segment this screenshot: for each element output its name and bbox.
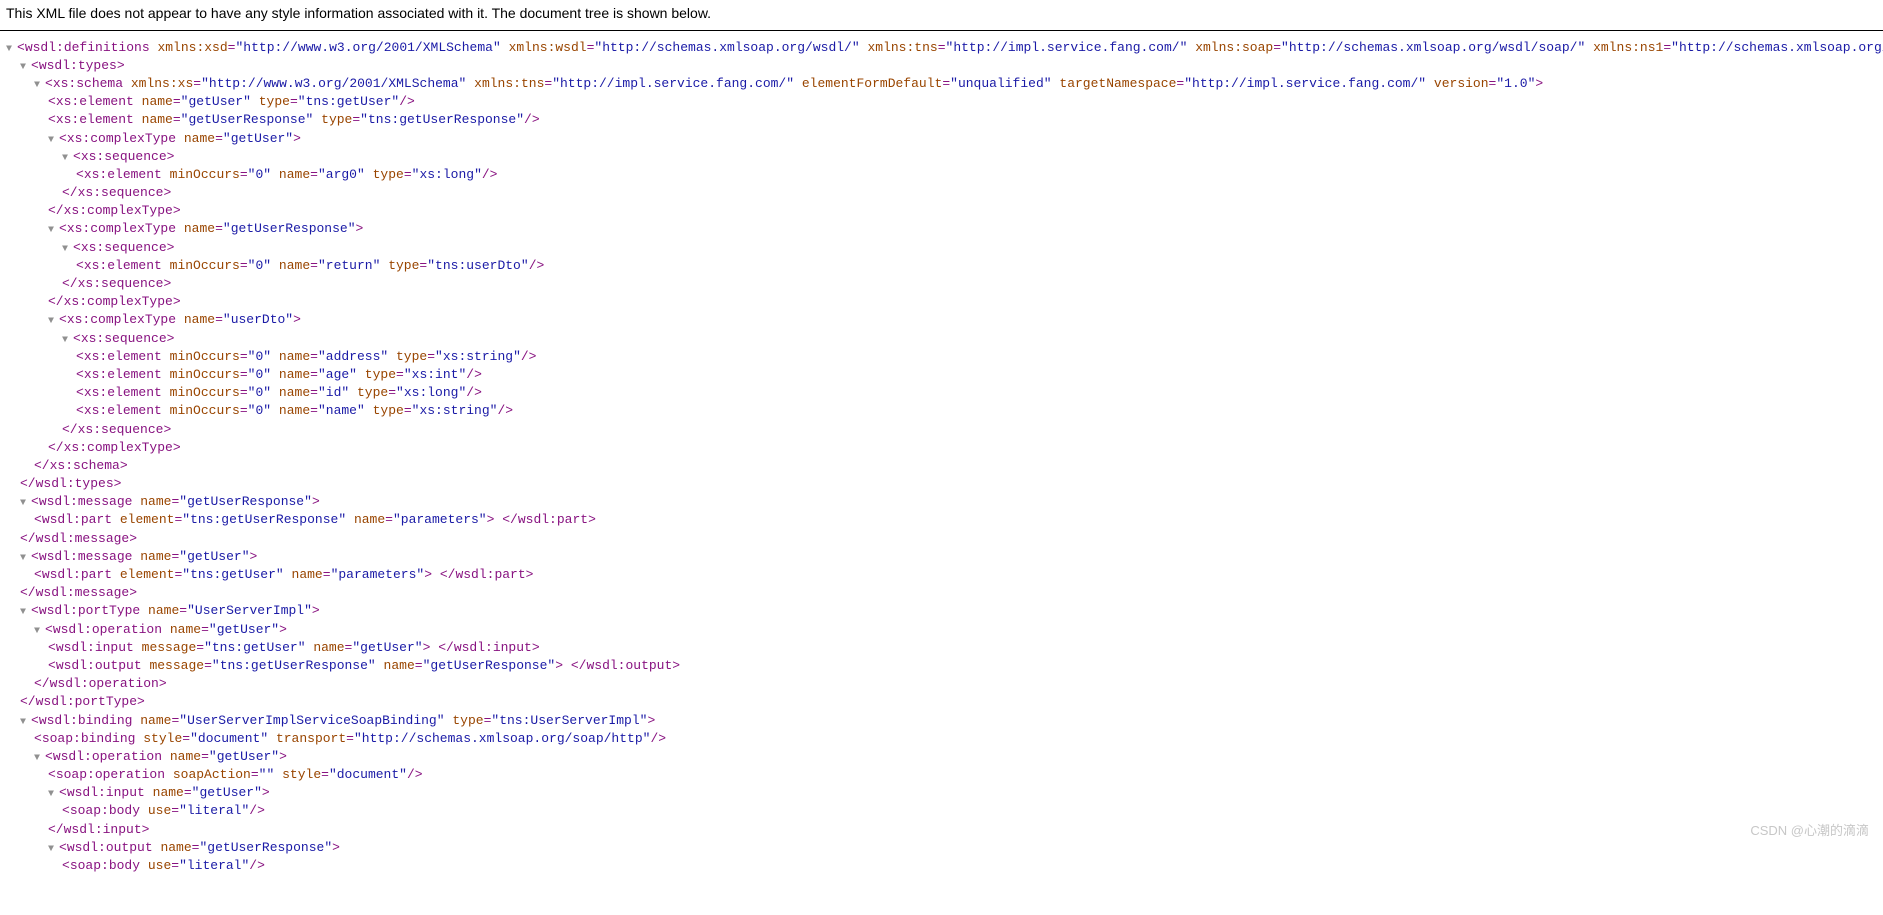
- xml-open-tag: <wsdl:operation name="getUser">: [45, 749, 287, 764]
- xml-leaf: <wsdl:output message="tns:getUserRespons…: [48, 658, 680, 673]
- xml-leaf: <xs:element name="getUserResponse" type=…: [48, 112, 540, 127]
- xml-element-xs-sequence: ▼<xs:sequence> <xs:element minOccurs="0" …: [62, 239, 1877, 294]
- xml-leaf: <wsdl:input message="tns:getUser" name="…: [48, 640, 540, 655]
- xml-close-tag: </xs:complexType>: [48, 440, 181, 455]
- xml-open-tag: <xs:sequence>: [73, 149, 174, 164]
- xml-open-tag: <xs:schema xmlns:xs="http://www.w3.org/2…: [45, 76, 1543, 91]
- xml-leaf: <wsdl:part element="tns:getUserResponse"…: [34, 512, 596, 527]
- xml-close-tag: </wsdl:portType>: [20, 694, 145, 709]
- xml-element-wsdl-part: <wsdl:part element="tns:getUserResponse"…: [34, 511, 1877, 529]
- xml-element-wsdl-operation: ▼<wsdl:operation name="getUser"><soap:op…: [34, 748, 1877, 875]
- xml-close-tag: </xs:schema>: [34, 458, 128, 473]
- xml-open-tag: <xs:sequence>: [73, 240, 174, 255]
- xml-element-xs-sequence: ▼<xs:sequence> <xs:element minOccurs="0" …: [62, 148, 1877, 203]
- xml-element-xs-element: <xs:element name="getUserResponse" type=…: [48, 111, 1877, 129]
- xml-leaf: <xs:element minOccurs="0" name="arg0" ty…: [76, 167, 497, 182]
- expand-arrow-icon[interactable]: ▼: [20, 716, 30, 730]
- xml-open-tag: <wsdl:input name="getUser">: [59, 785, 270, 800]
- xml-leaf: <xs:element minOccurs="0" name="id" type…: [76, 385, 482, 400]
- xml-open-tag: <wsdl:output name="getUserResponse">: [59, 840, 340, 855]
- expand-arrow-icon[interactable]: ▼: [62, 152, 72, 166]
- expand-arrow-icon[interactable]: ▼: [62, 243, 72, 257]
- xml-open-tag: <wsdl:portType name="UserServerImpl">: [31, 603, 320, 618]
- xml-element-xs-element: <xs:element minOccurs="0" name="return" …: [76, 257, 1877, 275]
- xml-open-tag: <wsdl:binding name="UserServerImplServic…: [31, 713, 655, 728]
- xml-close-tag: </xs:complexType>: [48, 294, 181, 309]
- xml-tree: ▼<wsdl:definitions xmlns:xsd="http://www…: [0, 39, 1883, 915]
- xml-leaf: <wsdl:part element="tns:getUser" name="p…: [34, 567, 533, 582]
- xml-element-wsdl-types: ▼<wsdl:types>▼<xs:schema xmlns:xs="http:…: [20, 57, 1877, 494]
- xml-close-tag: </xs:sequence>: [62, 276, 171, 291]
- xml-leaf: <xs:element minOccurs="0" name="address"…: [76, 349, 536, 364]
- xml-element-xs-sequence: ▼<xs:sequence> <xs:element minOccurs="0" …: [62, 330, 1877, 439]
- expand-arrow-icon[interactable]: ▼: [34, 79, 44, 93]
- expand-arrow-icon[interactable]: ▼: [48, 224, 58, 238]
- xml-open-tag: <xs:complexType name="getUserResponse">: [59, 221, 363, 236]
- xml-close-tag: </xs:complexType>: [48, 203, 181, 218]
- expand-arrow-icon[interactable]: ▼: [20, 497, 30, 511]
- xml-element-wsdl-input: ▼<wsdl:input name="getUser"> <soap:body u…: [48, 784, 1877, 839]
- xml-element-wsdl-definitions: ▼<wsdl:definitions xmlns:xsd="http://www…: [6, 39, 1877, 876]
- xml-element-xs-element: <xs:element minOccurs="0" name="address"…: [76, 348, 1877, 366]
- expand-arrow-icon[interactable]: ▼: [48, 788, 58, 802]
- xml-open-tag: <wsdl:types>: [31, 58, 125, 73]
- xml-element-xs-complexType: ▼<xs:complexType name="userDto">▼<xs:seq…: [48, 311, 1877, 457]
- xml-element-wsdl-output: ▼<wsdl:output name="getUserResponse"><so…: [48, 839, 1877, 875]
- xml-close-tag: </wsdl:message>: [20, 531, 137, 546]
- xml-leaf: <xs:element minOccurs="0" name="return" …: [76, 258, 544, 273]
- xml-element-wsdl-portType: ▼<wsdl:portType name="UserServerImpl">▼<…: [20, 602, 1877, 711]
- xml-element-xs-complexType: ▼<xs:complexType name="getUser">▼<xs:seq…: [48, 130, 1877, 221]
- expand-arrow-icon[interactable]: ▼: [34, 752, 44, 766]
- xml-open-tag: <wsdl:message name="getUser">: [31, 549, 257, 564]
- xml-close-tag: </wsdl:input>: [48, 822, 149, 837]
- xml-leaf: <soap:body use="literal"/>: [62, 858, 265, 873]
- xml-element-wsdl-message: ▼<wsdl:message name="getUserResponse"> <w…: [20, 493, 1877, 548]
- xml-open-tag: <wsdl:message name="getUserResponse">: [31, 494, 320, 509]
- expand-arrow-icon[interactable]: ▼: [6, 43, 16, 57]
- expand-arrow-icon[interactable]: ▼: [62, 334, 72, 348]
- xml-open-tag: <xs:complexType name="userDto">: [59, 312, 301, 327]
- xml-leaf: <xs:element minOccurs="0" name="name" ty…: [76, 403, 513, 418]
- xml-element-xs-schema: ▼<xs:schema xmlns:xs="http://www.w3.org/…: [34, 75, 1877, 475]
- xml-element-xs-complexType: ▼<xs:complexType name="getUserResponse">…: [48, 220, 1877, 311]
- xml-leaf: <soap:binding style="document" transport…: [34, 731, 666, 746]
- xml-open-tag: <xs:complexType name="getUser">: [59, 131, 301, 146]
- expand-arrow-icon[interactable]: ▼: [20, 552, 30, 566]
- xml-leaf: <soap:operation soapAction="" style="doc…: [48, 767, 423, 782]
- expand-arrow-icon[interactable]: ▼: [34, 625, 44, 639]
- xml-element-wsdl-binding: ▼<wsdl:binding name="UserServerImplServi…: [20, 712, 1877, 876]
- xml-element-soap-body: <soap:body use="literal"/>: [62, 857, 1877, 875]
- xml-open-tag: <wsdl:operation name="getUser">: [45, 622, 287, 637]
- xml-open-tag: <xs:sequence>: [73, 331, 174, 346]
- xml-open-tag: <wsdl:definitions xmlns:xsd="http://www.…: [17, 40, 1883, 55]
- xml-element-wsdl-part: <wsdl:part element="tns:getUser" name="p…: [34, 566, 1877, 584]
- xml-element-xs-element: <xs:element minOccurs="0" name="name" ty…: [76, 402, 1877, 420]
- watermark: CSDN @心潮的滴滴: [1750, 822, 1869, 840]
- xml-element-xs-element: <xs:element minOccurs="0" name="arg0" ty…: [76, 166, 1877, 184]
- xml-element-xs-element: <xs:element name="getUser" type="tns:get…: [48, 93, 1877, 111]
- xml-element-wsdl-message: ▼<wsdl:message name="getUser"> <wsdl:part…: [20, 548, 1877, 603]
- expand-arrow-icon[interactable]: ▼: [48, 315, 58, 329]
- xml-leaf: <xs:element name="getUser" type="tns:get…: [48, 94, 415, 109]
- xml-leaf: <xs:element minOccurs="0" name="age" typ…: [76, 367, 482, 382]
- xml-element-soap-binding: <soap:binding style="document" transport…: [34, 730, 1877, 748]
- xml-close-tag: </wsdl:operation>: [34, 676, 167, 691]
- xml-no-style-notice: This XML file does not appear to have an…: [0, 0, 1883, 31]
- xml-close-tag: </wsdl:types>: [20, 476, 121, 491]
- expand-arrow-icon[interactable]: ▼: [20, 61, 30, 75]
- xml-leaf: <soap:body use="literal"/>: [62, 803, 265, 818]
- xml-element-soap-operation: <soap:operation soapAction="" style="doc…: [48, 766, 1877, 784]
- xml-element-wsdl-output: <wsdl:output message="tns:getUserRespons…: [48, 657, 1877, 675]
- xml-element-xs-element: <xs:element minOccurs="0" name="id" type…: [76, 384, 1877, 402]
- xml-close-tag: </wsdl:message>: [20, 585, 137, 600]
- expand-arrow-icon[interactable]: ▼: [48, 134, 58, 148]
- expand-arrow-icon[interactable]: ▼: [20, 606, 30, 620]
- xml-element-soap-body: <soap:body use="literal"/>: [62, 802, 1877, 820]
- xml-close-tag: </xs:sequence>: [62, 422, 171, 437]
- xml-element-wsdl-operation: ▼<wsdl:operation name="getUser"> <wsdl:in…: [34, 621, 1877, 694]
- xml-element-xs-element: <xs:element minOccurs="0" name="age" typ…: [76, 366, 1877, 384]
- xml-close-tag: </xs:sequence>: [62, 185, 171, 200]
- xml-element-wsdl-input: <wsdl:input message="tns:getUser" name="…: [48, 639, 1877, 657]
